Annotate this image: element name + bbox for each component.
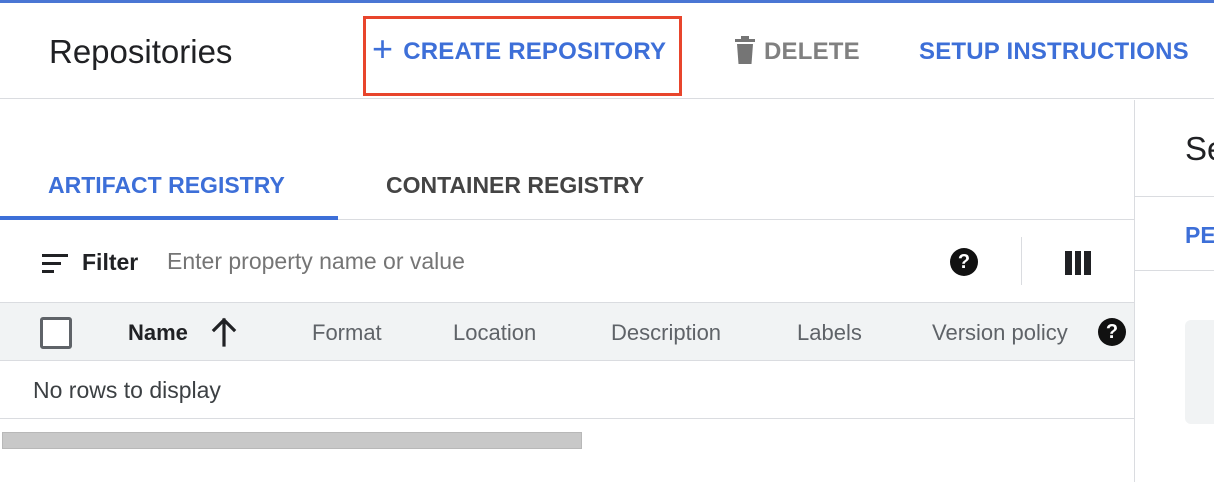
setup-instructions-button[interactable]: SETUP INSTRUCTIONS	[919, 38, 1189, 66]
main-panel: ARTIFACT REGISTRY CONTAINER REGISTRY Fil…	[0, 100, 1134, 482]
toolbar-divider	[1021, 237, 1022, 285]
tab-container-registry[interactable]: CONTAINER REGISTRY	[386, 172, 644, 199]
filter-input[interactable]	[167, 243, 907, 279]
side-panel-tab[interactable]: PE	[1185, 222, 1214, 249]
tab-artifact-registry[interactable]: ARTIFACT REGISTRY	[48, 172, 285, 199]
column-header-description[interactable]: Description	[611, 320, 721, 346]
column-header-location[interactable]: Location	[453, 320, 536, 346]
tab-bar: ARTIFACT REGISTRY CONTAINER REGISTRY	[0, 150, 1134, 220]
create-repository-label: CREATE REPOSITORY	[403, 38, 667, 65]
help-icon[interactable]: ?	[950, 248, 978, 276]
trash-icon	[735, 36, 755, 64]
page-title: Repositories	[49, 33, 233, 70]
column-header-name[interactable]: Name	[128, 320, 188, 346]
page-header: Repositories + CREATE REPOSITORY DELETE …	[0, 3, 1214, 99]
columns-icon[interactable]	[1065, 251, 1092, 275]
active-tab-indicator	[0, 216, 338, 220]
divider	[1135, 196, 1214, 197]
create-repository-button[interactable]: + CREATE REPOSITORY	[372, 28, 667, 69]
table-header: Name Format Location Description Labels …	[0, 303, 1134, 361]
empty-message: No rows to display	[33, 377, 221, 403]
plus-icon: +	[372, 28, 394, 69]
delete-button[interactable]: DELETE	[734, 36, 860, 66]
column-header-format[interactable]: Format	[312, 320, 382, 346]
filter-bar: Filter ?	[0, 221, 1134, 303]
setup-instructions-label: SETUP INSTRUCTIONS	[919, 38, 1189, 65]
delete-label: DELETE	[764, 38, 860, 65]
filter-icon[interactable]	[42, 254, 68, 274]
side-panel-title: Se	[1185, 130, 1214, 167]
arrow-up-icon[interactable]	[211, 317, 237, 347]
horizontal-scrollbar[interactable]	[2, 432, 582, 449]
info-side-panel: Se PE	[1134, 100, 1214, 482]
divider	[1135, 270, 1214, 271]
column-header-labels[interactable]: Labels	[797, 320, 862, 346]
side-panel-card	[1185, 320, 1214, 424]
column-header-version-policy[interactable]: Version policy	[932, 320, 1068, 346]
help-icon[interactable]: ?	[1098, 318, 1126, 346]
empty-table-row: No rows to display	[0, 362, 1134, 419]
filter-label: Filter	[82, 249, 139, 275]
select-all-checkbox[interactable]	[40, 317, 72, 349]
